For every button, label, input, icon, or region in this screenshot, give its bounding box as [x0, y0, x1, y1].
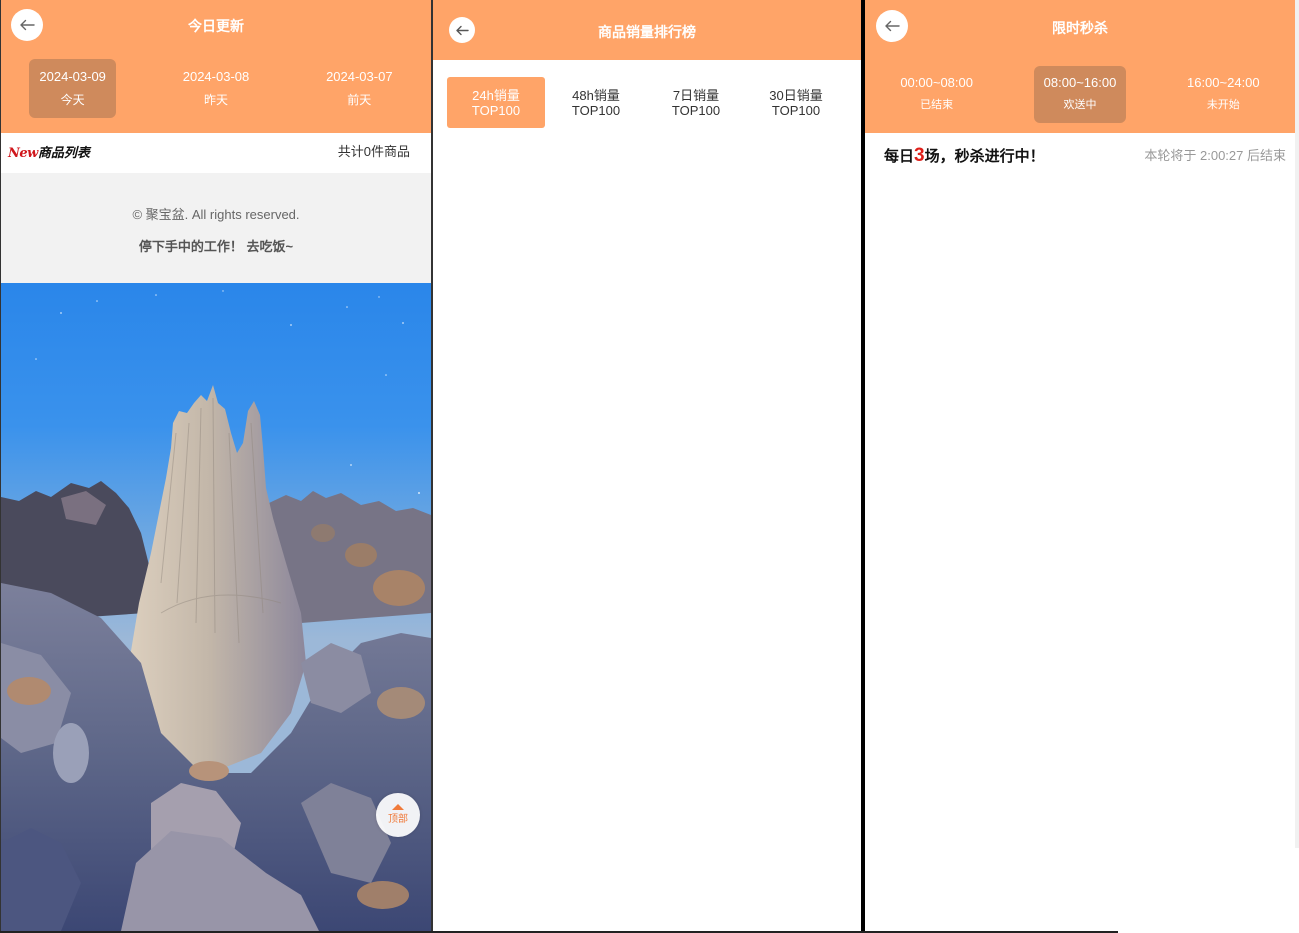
date-tab-date: 2024-03-08	[182, 69, 250, 84]
slot-status: 未开始	[1206, 99, 1240, 111]
flash-header: 限时秒杀 00:00~08:00 已结束 08:00~16:00 欢送中 16:…	[865, 0, 1295, 133]
tab-top: TOP100	[471, 103, 521, 118]
product-count: 共计0件商品	[337, 144, 410, 159]
today-header: 今日更新 2024-03-09 今天 2024-03-08 昨天 2024-03…	[1, 0, 431, 133]
time-slot-tabs: 00:00~08:00 已结束 08:00~16:00 欢送中 16:00~24…	[865, 66, 1295, 123]
tab-period: 30日销量	[769, 88, 823, 103]
right-edge-strip	[1295, 0, 1299, 848]
banner-prefix: 每日	[884, 148, 915, 165]
tab-30d[interactable]: 30日销量 TOP100	[747, 77, 845, 128]
banner-suffix: 场，秒杀进行中！	[924, 148, 1045, 165]
banner-count: 3	[914, 145, 925, 166]
page-title: 商品销量排行榜	[598, 24, 696, 40]
triangle-up-icon	[392, 804, 404, 810]
ranking-tabs: 24h销量 TOP100 48h销量 TOP100 7日销量 TOP100 30…	[447, 77, 845, 128]
date-tab-yesterday[interactable]: 2024-03-08 昨天	[172, 59, 259, 118]
date-tab-date: 2024-03-09	[39, 69, 106, 84]
tab-top: TOP100	[571, 103, 621, 118]
tab-48h[interactable]: 48h销量 TOP100	[547, 77, 645, 128]
date-tab-label: 前天	[347, 93, 372, 107]
date-tab-label: 昨天	[203, 93, 228, 107]
back-to-top-label: 顶部	[388, 814, 408, 825]
tab-period: 24h销量	[472, 88, 520, 103]
sales-ranking-screen: 商品销量排行榜 24h销量 TOP100 48h销量 TOP100 7日销量 T…	[433, 0, 861, 931]
date-tab-today[interactable]: 2024-03-09 今天	[29, 59, 117, 118]
back-to-top-button[interactable]: 顶部	[376, 793, 420, 837]
landscape-background-image	[1, 283, 431, 931]
date-tabs: 2024-03-09 今天 2024-03-08 昨天 2024-03-07 前…	[1, 59, 431, 118]
slot-tab-morning[interactable]: 00:00~08:00 已结束	[891, 66, 983, 123]
date-tab-day-before[interactable]: 2024-03-07 前天	[316, 59, 403, 118]
round-countdown: 本轮将于 2:00:27 后结束	[1144, 148, 1286, 163]
ranking-header: 商品销量排行榜	[433, 0, 861, 60]
page-title: 今日更新	[188, 18, 244, 34]
slot-time: 16:00~24:00	[1186, 75, 1260, 90]
footer-copyright: © 聚宝盆. All rights reserved.	[132, 207, 300, 222]
tab-top: TOP100	[771, 103, 821, 118]
logo-new-text: New	[8, 146, 38, 161]
slot-time: 08:00~16:00	[1043, 75, 1117, 90]
flash-sale-banner: 每日3场，秒杀进行中！	[884, 143, 1045, 169]
product-list-logo: New商品列表	[8, 145, 90, 162]
tab-top: TOP100	[671, 103, 721, 118]
footer-tagline: 停下手中的工作！ 去吃饭~	[138, 239, 294, 254]
date-tab-label: 今天	[60, 93, 85, 107]
tab-7d[interactable]: 7日销量 TOP100	[647, 77, 745, 128]
logo-list-text: 商品列表	[37, 145, 90, 160]
slot-tab-daytime[interactable]: 08:00~16:00 欢送中	[1033, 66, 1126, 123]
tab-period: 48h销量	[572, 88, 620, 103]
slot-time: 00:00~08:00	[900, 75, 973, 90]
date-tab-date: 2024-03-07	[326, 69, 393, 84]
product-list-bar: New商品列表 共计0件商品	[1, 133, 431, 173]
page-footer: © 聚宝盆. All rights reserved. 停下手中的工作！ 去吃饭…	[1, 173, 431, 283]
slot-tab-evening[interactable]: 16:00~24:00 未开始	[1177, 66, 1269, 123]
slot-status: 欢送中	[1063, 99, 1097, 111]
tab-24h[interactable]: 24h销量 TOP100	[447, 77, 545, 128]
flash-sale-screen: 限时秒杀 00:00~08:00 已结束 08:00~16:00 欢送中 16:…	[865, 0, 1295, 933]
slot-status: 已结束	[920, 99, 954, 111]
tab-period: 7日销量	[672, 88, 720, 103]
page-title: 限时秒杀	[1052, 20, 1108, 36]
today-update-screen: 今日更新 2024-03-09 今天 2024-03-08 昨天 2024-03…	[1, 0, 431, 931]
